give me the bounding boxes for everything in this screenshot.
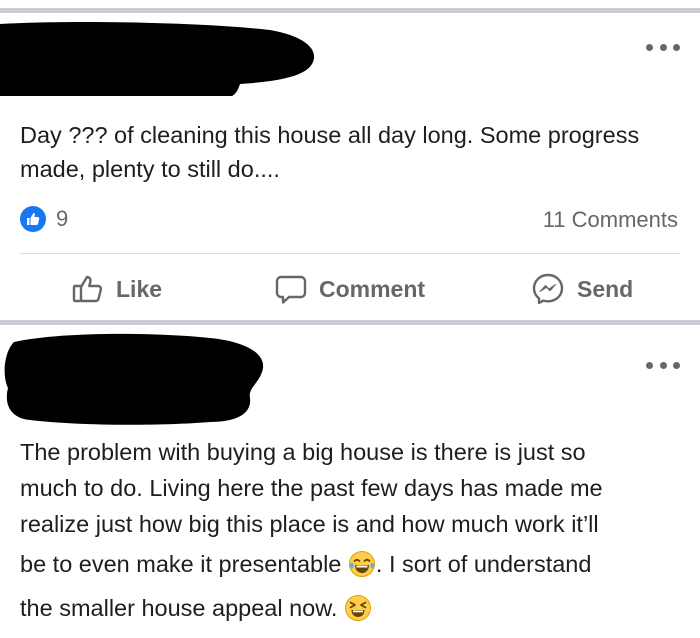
post-text-line: the smaller house appeal now. — [20, 590, 680, 626]
thumbs-up-icon — [20, 206, 46, 232]
dot-icon — [646, 43, 653, 51]
comment-label: Comment — [319, 275, 426, 302]
more-options-button[interactable] — [646, 358, 680, 372]
post-text-segment: the smaller house appeal now. — [20, 595, 338, 621]
post-text-line: much to do. Living here the past few day… — [20, 475, 603, 501]
like-label: Like — [116, 275, 163, 302]
divider — [20, 253, 680, 254]
post-text-line: be to even make it presentable . I sort … — [20, 546, 680, 582]
like-count: 9 — [56, 206, 69, 231]
post-text: Day ??? of cleaning this house all day l… — [20, 122, 640, 182]
reaction-summary[interactable]: 9 — [20, 206, 68, 232]
dot-icon — [659, 361, 667, 369]
redacted-author-header — [0, 22, 315, 96]
thumbs-up-outline-icon — [72, 275, 103, 303]
feed-separator — [0, 8, 700, 13]
tears-of-joy-emoji — [348, 551, 375, 577]
grinning-squinting-emoji — [345, 595, 371, 621]
dot-icon — [659, 43, 667, 51]
messenger-icon — [532, 273, 564, 305]
post-text-segment: be to even make it presentable — [20, 551, 342, 577]
dot-icon — [673, 43, 680, 51]
speech-bubble-icon — [275, 275, 307, 304]
feed-separator — [0, 320, 700, 325]
post-text-segment: . I sort of understand — [375, 551, 592, 577]
redacted-author-header — [4, 333, 264, 425]
comments-count-link[interactable]: 11 Comments — [543, 207, 678, 233]
dot-icon — [673, 361, 680, 369]
post-text-line: realize just how big this place is and h… — [20, 511, 599, 537]
more-options-button[interactable] — [646, 40, 680, 54]
dot-icon — [646, 361, 653, 369]
post-text: The problem with buying a big house is t… — [20, 434, 680, 626]
post-text-line: The problem with buying a big house is t… — [20, 439, 586, 465]
comment-button[interactable]: Comment — [275, 268, 425, 310]
send-button[interactable]: Send — [531, 268, 633, 310]
like-button[interactable]: Like — [72, 268, 162, 310]
send-label: Send — [577, 275, 634, 302]
